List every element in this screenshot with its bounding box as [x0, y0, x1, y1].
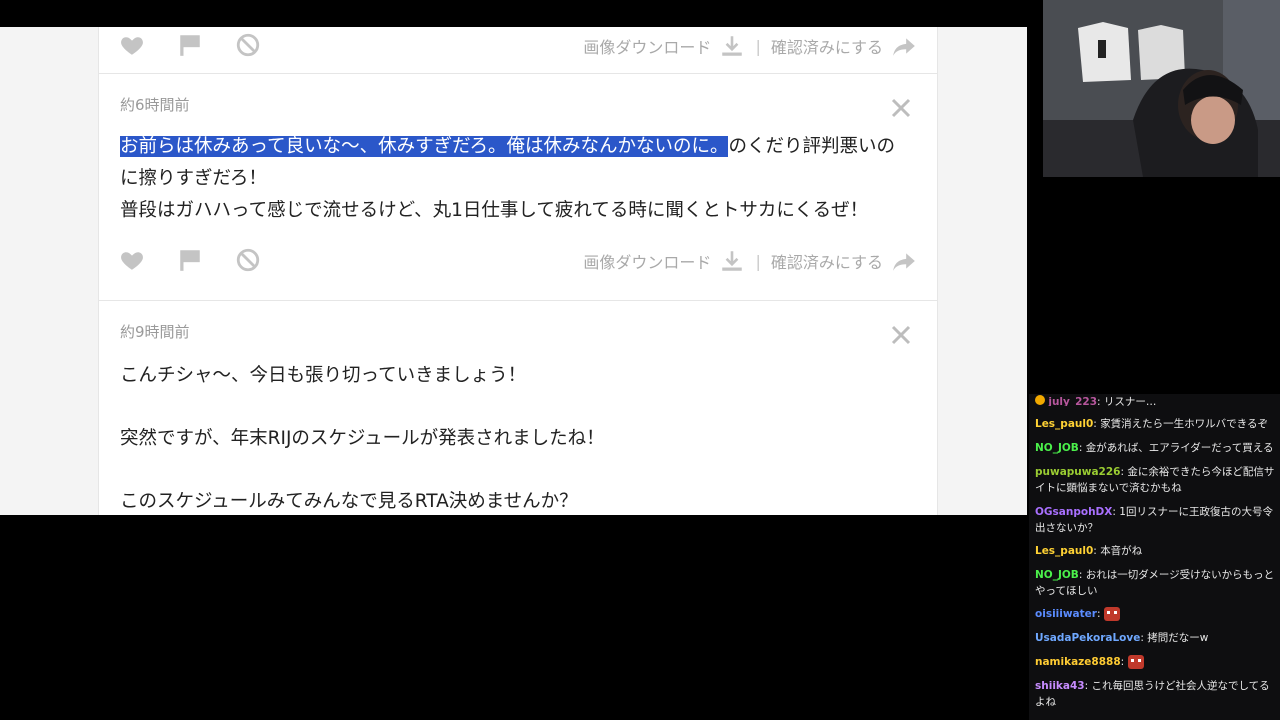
message-line: 突然ですが、年末RIJのスケジュールが発表されましたね！ [120, 428, 605, 449]
message-timestamp: 約9時間前 [120, 323, 190, 341]
selected-text: お前らは休みあって良いな〜、休みすぎだろ。俺は休みなんかないのに。 [120, 136, 729, 157]
card-actions-left [119, 247, 261, 273]
chat-panel: july_223: リスナー… Les_paul0: 家賃消えたら一生ホワルバで… [1029, 394, 1280, 720]
chat-message: NO_JOB: おれは一切ダメージ受けないからもっとやってほしい [1035, 569, 1275, 597]
chat-text: 家賃消えたら一生ホワルバできるぞ [1100, 418, 1268, 430]
message-text-line: 普段はガハハって感じで流せるけど、丸1日仕事して疲れてる時に聞くとトサカにくるぜ… [120, 200, 869, 221]
close-icon[interactable] [889, 96, 913, 120]
message-card: 約6時間前 お前らは休みあって良いな〜、休みすぎだろ。俺は休みなんかないのに。の… [98, 73, 938, 301]
chat-username[interactable]: puwapuwa226 [1035, 466, 1120, 478]
chat-message: OGsanpohDX: 1回リスナーに王政復古の大号令出さないか？ [1035, 506, 1273, 534]
chat-username[interactable]: Les_paul0 [1035, 418, 1093, 430]
block-icon[interactable] [235, 247, 261, 273]
divider: | [755, 36, 761, 56]
download-icon[interactable] [719, 248, 745, 274]
image-download-link[interactable]: 画像ダウンロード [583, 34, 711, 58]
card-actions-left [119, 32, 261, 58]
message-body: お前らは休みあって良いな〜、休みすぎだろ。俺は休みなんかないのに。のくだり評判悪… [120, 131, 909, 227]
emote-icon [1103, 607, 1120, 621]
chat-message: NO_JOB: 金があれば、エアライダーだって買える [1035, 442, 1274, 454]
chat-message: shiika43: これ毎回思うけど社会人逆なでしてるよね [1035, 680, 1270, 708]
mark-confirmed-link[interactable]: 確認済みにする [771, 34, 883, 58]
image-download-link[interactable]: 画像ダウンロード [583, 249, 711, 273]
message-line: このスケジュールみてみんなで見るRTA決めませんか？ [120, 491, 578, 512]
emote-icon [1127, 655, 1144, 669]
chat-text: 金があれば、エアライダーだって買える [1085, 442, 1274, 454]
heart-icon[interactable] [119, 247, 145, 273]
chat-text: リスナー… [1103, 396, 1157, 406]
block-icon[interactable] [235, 32, 261, 58]
webcam-overlay [1043, 0, 1280, 177]
chat-username[interactable]: shiika43 [1035, 680, 1085, 692]
flag-icon[interactable] [177, 247, 203, 273]
message-timestamp: 約6時間前 [120, 96, 190, 114]
flag-icon[interactable] [177, 32, 203, 58]
message-card: 約9時間前 こんチシャ〜、今日も張り切っていきましょう！ 突然ですが、年末RIJ… [98, 300, 938, 515]
card-actions-right: 画像ダウンロード | 確認済みにする [583, 248, 917, 274]
chat-message: puwapuwa226: 金に余裕できたら今ほど配信サイトに顕悩まないで済むかも… [1035, 466, 1275, 494]
chat-message: namikaze8888: [1035, 654, 1275, 670]
chat-username[interactable]: Les_paul0 [1035, 545, 1093, 557]
close-icon[interactable] [889, 323, 913, 347]
chat-message: oisiiiwater: [1035, 606, 1275, 622]
chat-text: 本音がね [1100, 545, 1143, 557]
share-arrow-icon[interactable] [891, 248, 917, 274]
chat-message: UsadaPekoraLove: 拷問だなーw [1035, 632, 1209, 644]
card-actions-right: 画像ダウンロード | 確認済みにする [583, 33, 917, 59]
message-line: こんチシャ〜、今日も張り切っていきましょう！ [120, 365, 527, 386]
share-arrow-icon[interactable] [891, 33, 917, 59]
chat-username[interactable]: OGsanpohDX [1035, 506, 1112, 518]
mark-confirmed-link[interactable]: 確認済みにする [771, 249, 883, 273]
chat-username[interactable]: UsadaPekoraLove [1035, 632, 1140, 644]
chat-username[interactable]: namikaze8888 [1035, 656, 1121, 668]
chat-message: july_223: リスナー… [1035, 394, 1275, 406]
heart-icon[interactable] [119, 32, 145, 58]
download-icon[interactable] [719, 33, 745, 59]
badge-icon [1035, 395, 1045, 405]
chat-text: 拷問だなーw [1147, 632, 1209, 644]
chat-username[interactable]: NO_JOB [1035, 569, 1079, 581]
message-card: 画像ダウンロード | 確認済みにする [98, 27, 938, 74]
chat-message: Les_paul0: 本音がね [1035, 545, 1143, 557]
webcam-image [1043, 0, 1280, 177]
chat-username[interactable]: NO_JOB [1035, 442, 1079, 454]
divider: | [755, 251, 761, 271]
chat-username[interactable]: july_223 [1048, 396, 1097, 406]
chat-username[interactable]: oisiiiwater [1035, 608, 1097, 620]
message-list-panel: 画像ダウンロード | 確認済みにする 約6時間前 お前らは休みあって良いな〜、休… [0, 27, 1027, 515]
chat-message: Les_paul0: 家賃消えたら一生ホワルバできるぞ [1035, 418, 1268, 430]
